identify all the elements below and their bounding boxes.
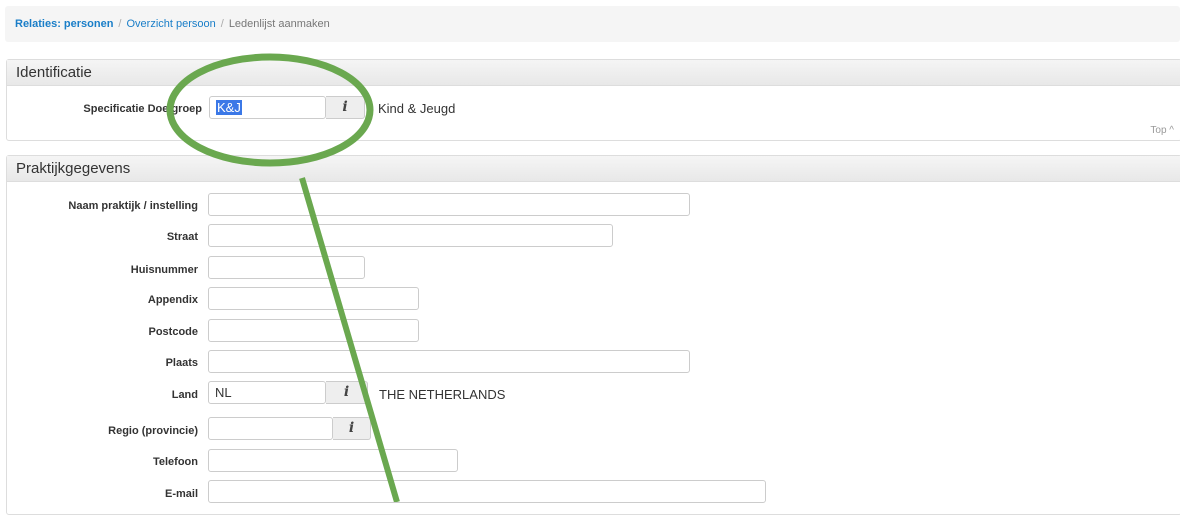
land-input[interactable]: NL [208,381,326,404]
straat-input[interactable] [208,224,613,247]
breadcrumb-separator: / [118,18,122,30]
praktijkgegevens-title: Praktijkgegevens [7,156,1180,182]
land-info-icon[interactable]: i [326,381,368,404]
specificatie-doelgroep-input[interactable]: K&J [209,96,326,119]
breadcrumb-item-current: Ledenlijst aanmaken [228,18,330,30]
identificatie-panel: Identificatie [6,59,1180,141]
breadcrumb-separator: / [220,18,224,30]
email-label: E-mail [164,488,198,500]
land-label: Land [171,389,198,401]
naam-input[interactable] [208,193,690,216]
telefoon-input[interactable] [208,449,458,472]
breadcrumb: Relaties: personen / Overzicht persoon / Led… [5,6,1180,42]
huisnummer-label: Huisnummer [130,264,198,276]
specificatie-doelgroep-label: Specificatie Doelgroep [83,103,202,115]
breadcrumb-item-relaties[interactable]: Relaties: personen [15,18,113,30]
regio-input[interactable] [208,417,333,440]
appendix-label: Appendix [147,294,198,306]
regio-info-icon[interactable]: i [333,417,371,440]
top-link[interactable]: Top ^ [1150,125,1174,136]
regio-label: Regio (provincie) [108,425,198,437]
identificatie-title: Identificatie [7,60,1180,86]
postcode-label: Postcode [148,326,198,338]
breadcrumb-item-overzicht[interactable]: Overzicht persoon [126,18,215,30]
naam-label: Naam praktijk / instelling [68,200,198,212]
huisnummer-input[interactable] [208,256,365,279]
land-description: THE NETHERLANDS [379,387,506,402]
postcode-input[interactable] [208,319,419,342]
straat-label: Straat [166,231,198,243]
plaats-input[interactable] [208,350,690,373]
telefoon-label: Telefoon [152,456,198,468]
info-icon[interactable]: i [326,96,365,119]
appendix-input[interactable] [208,287,419,310]
email-input[interactable] [208,480,766,503]
plaats-label: Plaats [165,357,198,369]
selected-value: K&J [216,100,242,115]
doelgroep-description: Kind & Jeugd [378,101,456,116]
